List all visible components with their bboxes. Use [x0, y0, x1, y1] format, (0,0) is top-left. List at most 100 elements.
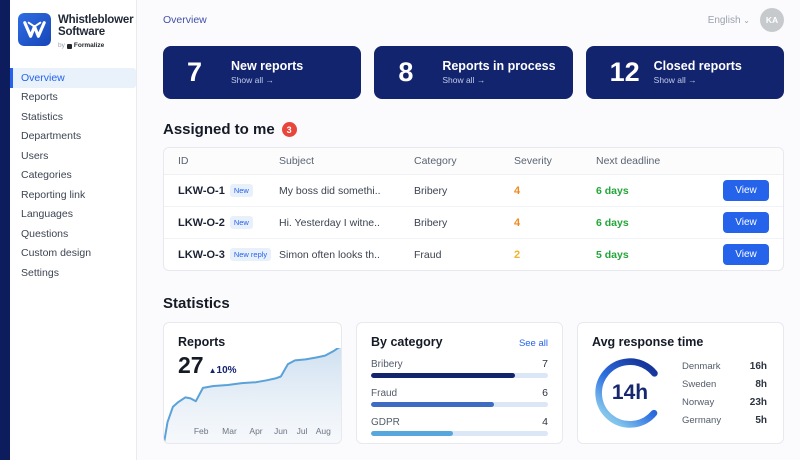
report-subject: My boss did somethi.. [279, 185, 414, 197]
status-badge: New [230, 216, 253, 229]
chevron-down-icon: ⌄ [743, 16, 750, 25]
table-row: LKW-O-3 New reply Simon often looks th..… [164, 239, 783, 270]
by-category-card: By category See all Bribery 7 Fraud 6 [356, 322, 563, 444]
col-category: Category [414, 155, 514, 167]
stat-cards-row: 7 New reports Show all → 8 Reports in pr… [163, 46, 784, 99]
sidebar-item-reporting-link[interactable]: Reporting link [10, 185, 136, 205]
whistleblower-dashboard: Whistleblower Software by Formalize Over… [0, 0, 800, 460]
main-content: Overview English ⌄ KA 7 New reports Show… [137, 0, 800, 460]
reports-delta: ▲10% [209, 365, 237, 376]
table-row: LKW-O-1 New My boss did somethi.. Briber… [164, 175, 783, 207]
bar-fill [371, 373, 515, 378]
col-id: ID [178, 155, 279, 167]
avg-response-value: 14h [592, 355, 668, 431]
sidebar-item-users[interactable]: Users [10, 146, 136, 166]
arrow-right-icon: → [688, 75, 697, 85]
stat-label: Reports in process [442, 60, 555, 73]
report-severity: 4 [514, 217, 596, 229]
sidebar-menu: Overview Reports Statistics Departments … [10, 68, 136, 283]
report-id: LKW-O-1 [178, 185, 225, 197]
by-category-title: By category [371, 335, 443, 349]
table-header-row: ID Subject Category Severity Next deadli… [164, 148, 783, 175]
brand-name-line2: Software [58, 26, 133, 38]
show-all-link[interactable]: Show all → [654, 75, 742, 85]
left-accent-rail [0, 0, 10, 460]
bar-value: 7 [542, 358, 548, 370]
bar-label: Bribery [371, 359, 403, 370]
show-all-link[interactable]: Show all → [231, 75, 303, 85]
col-subject: Subject [279, 155, 414, 167]
report-subject: Hi. Yesterday I witne.. [279, 217, 414, 229]
status-badge: New reply [230, 248, 271, 261]
report-subject: Simon often looks th.. [279, 249, 414, 261]
x-axis-labels: Feb Mar Apr Jun Jul Aug [164, 426, 341, 438]
bar-value: 6 [542, 387, 548, 399]
sidebar-item-categories[interactable]: Categories [10, 166, 136, 186]
stat-label: New reports [231, 60, 303, 73]
bar-value: 4 [542, 416, 548, 428]
sidebar-item-reports[interactable]: Reports [10, 88, 136, 108]
assigned-to-me-title: Assigned to me 3 [163, 121, 784, 138]
list-item: Sweden 8h [682, 379, 767, 390]
report-category: Bribery [414, 217, 514, 229]
brand-name-line1: Whistleblower [58, 14, 133, 26]
bar-label: Fraud [371, 388, 397, 399]
response-country-list: Denmark 16h Sweden 8h Norway 23h Germa [682, 361, 769, 426]
avatar[interactable]: KA [760, 8, 784, 32]
response-donut-chart: 14h [592, 355, 668, 431]
stat-card-closed-reports[interactable]: 12 Closed reports Show all → [586, 46, 784, 99]
formalize-logo-icon [67, 44, 72, 49]
view-button[interactable]: View [723, 212, 769, 233]
language-selector[interactable]: English ⌄ [708, 15, 750, 26]
list-item: Denmark 16h [682, 361, 767, 372]
stat-value: 7 [187, 57, 221, 88]
sidebar-item-departments[interactable]: Departments [10, 127, 136, 147]
statistics-cards-row: Reports 27 ▲10% [163, 322, 784, 444]
sidebar-item-custom-design[interactable]: Custom design [10, 244, 136, 264]
avg-response-card: Avg response time [577, 322, 784, 444]
report-category: Bribery [414, 185, 514, 197]
view-button[interactable]: View [723, 244, 769, 265]
bar-row: GDPR 4 [371, 416, 548, 436]
report-severity: 4 [514, 185, 596, 197]
show-all-link[interactable]: Show all → [442, 75, 555, 85]
stat-card-new-reports[interactable]: 7 New reports Show all → [163, 46, 361, 99]
report-deadline: 5 days [596, 249, 711, 261]
col-deadline: Next deadline [596, 155, 711, 167]
topbar: Overview English ⌄ KA [163, 0, 784, 40]
arrow-right-icon: → [266, 75, 275, 85]
see-all-link[interactable]: See all [519, 338, 548, 349]
status-badge: New [230, 184, 253, 197]
reports-total: 27 [178, 352, 204, 379]
sidebar-item-languages[interactable]: Languages [10, 205, 136, 225]
view-button[interactable]: View [723, 180, 769, 201]
report-id: LKW-O-3 [178, 249, 225, 261]
report-deadline: 6 days [596, 217, 711, 229]
list-item: Germany 5h [682, 415, 767, 426]
assigned-count-badge: 3 [282, 122, 297, 137]
table-row: LKW-O-2 New Hi. Yesterday I witne.. Brib… [164, 207, 783, 239]
triangle-up-icon: ▲ [209, 366, 217, 375]
sidebar-item-overview[interactable]: Overview [10, 68, 136, 88]
breadcrumb[interactable]: Overview [163, 14, 207, 26]
list-item: Norway 23h [682, 397, 767, 408]
statistics-title: Statistics [163, 295, 784, 312]
brand-byline: by Formalize [58, 40, 133, 52]
sidebar-item-statistics[interactable]: Statistics [10, 107, 136, 127]
sidebar-item-questions[interactable]: Questions [10, 224, 136, 244]
bar-row: Fraud 6 [371, 387, 548, 407]
reports-card-title: Reports [178, 335, 237, 349]
sidebar: Whistleblower Software by Formalize Over… [10, 0, 137, 460]
bar-label: GDPR [371, 417, 400, 428]
sidebar-item-settings[interactable]: Settings [10, 263, 136, 283]
stat-card-reports-in-process[interactable]: 8 Reports in process Show all → [374, 46, 572, 99]
report-severity: 2 [514, 249, 596, 261]
bar-fill [371, 402, 494, 407]
whistleblower-logo-icon [18, 13, 51, 46]
stat-value: 8 [398, 57, 432, 88]
stat-label: Closed reports [654, 60, 742, 73]
bar-row: Bribery 7 [371, 358, 548, 378]
report-deadline: 6 days [596, 185, 711, 197]
reports-chart-card: Reports 27 ▲10% [163, 322, 342, 444]
brand-logo: Whistleblower Software by Formalize [10, 0, 136, 62]
